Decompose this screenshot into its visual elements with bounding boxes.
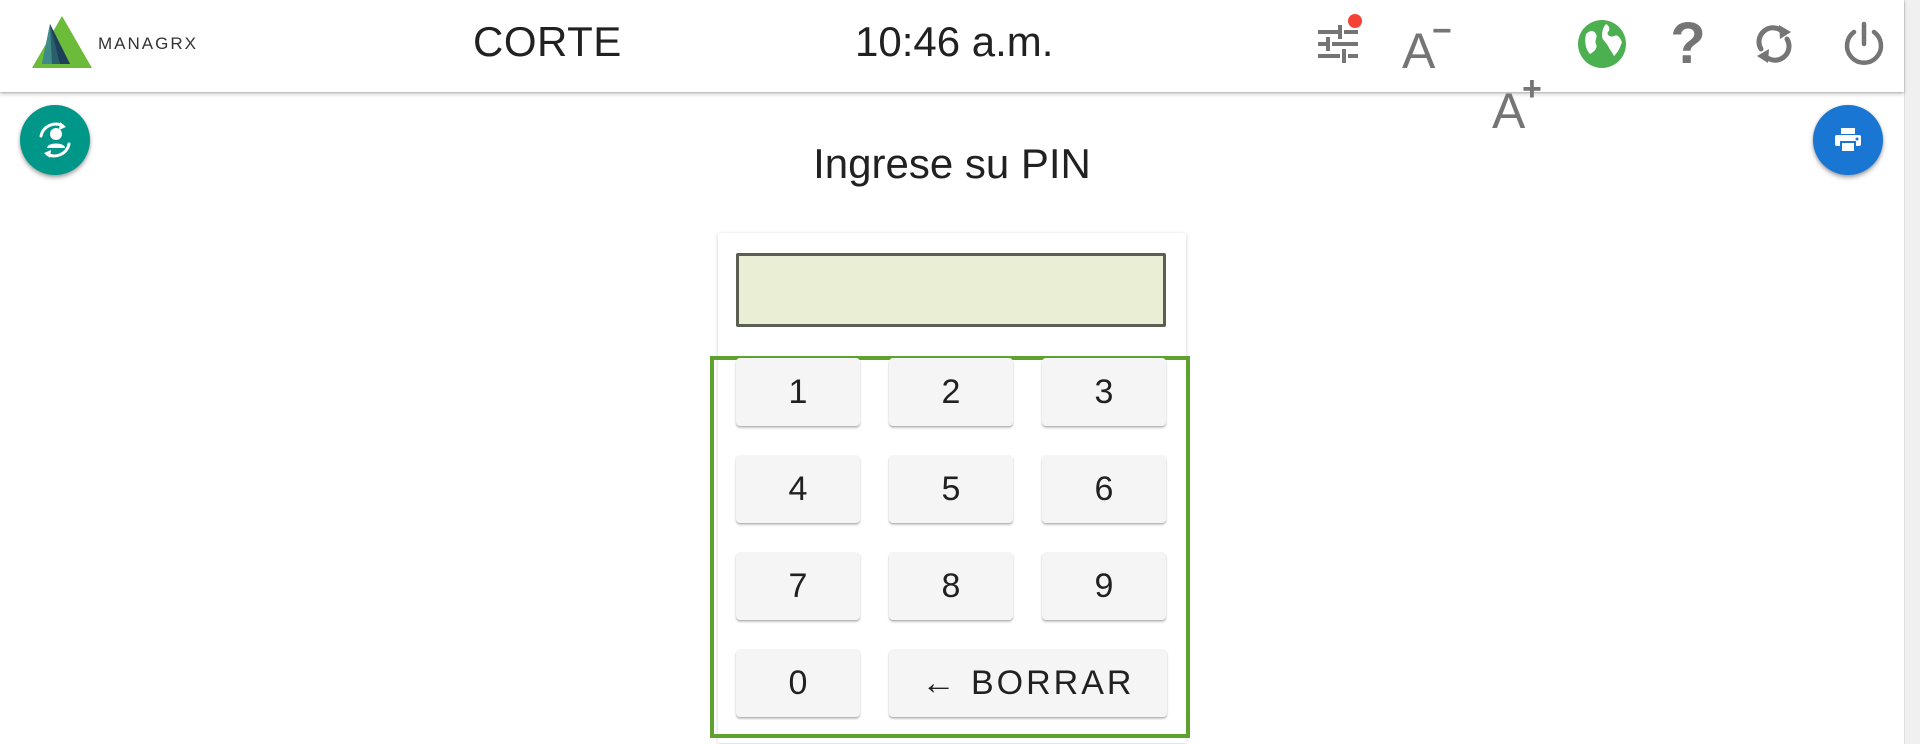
- key-0[interactable]: 0: [736, 649, 860, 717]
- font-increase-button[interactable]: A +: [1484, 70, 1544, 139]
- key-6[interactable]: 6: [1042, 455, 1166, 523]
- help-icon: ?: [1670, 11, 1706, 76]
- connection-status-button[interactable]: [1572, 14, 1632, 74]
- pin-input[interactable]: [736, 253, 1166, 327]
- power-button[interactable]: [1834, 14, 1894, 74]
- top-app-bar: MANAGRX CORTE 10:46 a.m. A − A + ?: [0, 0, 1904, 136]
- switch-user-icon: [39, 122, 71, 158]
- key-3[interactable]: 3: [1042, 358, 1166, 426]
- clock-time: 10:46 a.m.: [855, 18, 1054, 65]
- key-1[interactable]: 1: [736, 358, 860, 426]
- notification-dot: [1348, 14, 1362, 28]
- filters-button[interactable]: [1308, 14, 1368, 74]
- refresh-icon: [1756, 25, 1792, 63]
- key-4[interactable]: 4: [736, 455, 860, 523]
- page-title: CORTE: [473, 18, 622, 65]
- key-2[interactable]: 2: [889, 358, 1013, 426]
- managrx-logo: MANAGRX: [30, 14, 198, 70]
- font-increase-icon: A +: [1492, 70, 1542, 139]
- font-decrease-icon: A −: [1402, 12, 1452, 79]
- print-button[interactable]: [1813, 105, 1883, 175]
- power-icon: [1844, 21, 1884, 65]
- key-5[interactable]: 5: [889, 455, 1013, 523]
- font-decrease-button[interactable]: A −: [1394, 12, 1454, 79]
- pin-prompt: Ingrese su PIN: [813, 140, 1091, 187]
- logo-text: MANAGRX: [98, 34, 198, 53]
- backspace-button[interactable]: ← BORRAR: [889, 649, 1167, 717]
- switch-user-button[interactable]: [20, 105, 90, 175]
- scrollbar[interactable]: [1904, 0, 1920, 744]
- key-8[interactable]: 8: [889, 552, 1013, 620]
- refresh-button[interactable]: [1744, 14, 1804, 74]
- key-9[interactable]: 9: [1042, 552, 1166, 620]
- app-root: MANAGRX CORTE 10:46 a.m. A − A + ? Ingre…: [0, 0, 1920, 744]
- key-7[interactable]: 7: [736, 552, 860, 620]
- logo-mark-icon: [32, 16, 92, 68]
- print-icon: [1835, 128, 1861, 153]
- help-button[interactable]: ?: [1658, 14, 1718, 74]
- globe-status-icon: [1578, 20, 1626, 68]
